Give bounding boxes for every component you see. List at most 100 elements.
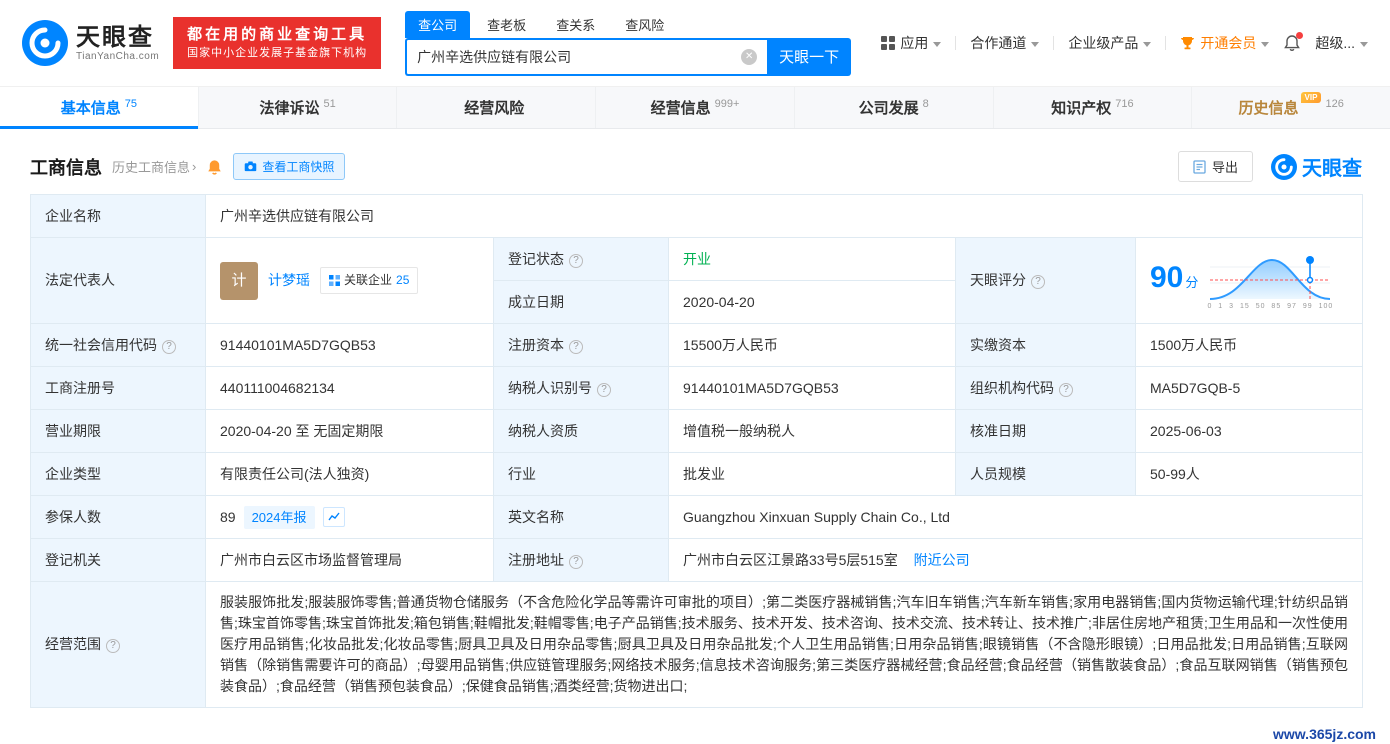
- tab-count: 75: [124, 97, 137, 110]
- search-tab-company[interactable]: 查公司: [405, 10, 471, 38]
- tab-legal-cases[interactable]: 法律诉讼 51: [197, 87, 397, 128]
- menu-cooperation[interactable]: 合作通道: [970, 33, 1040, 53]
- legal-rep-avatar[interactable]: 计: [220, 261, 258, 300]
- help-icon[interactable]: [597, 382, 611, 397]
- establish-date-value: 2020-04-20: [668, 280, 956, 324]
- vip-badge: VIP: [1300, 92, 1322, 103]
- tab-count: 126: [1325, 97, 1344, 110]
- help-icon[interactable]: [1031, 275, 1045, 289]
- tab-intellectual-property[interactable]: 知识产权 716: [992, 87, 1192, 128]
- slogan-banner: 都在用的商业查询工具 国家中小企业发展子基金旗下机构: [173, 17, 382, 69]
- top-menu: 应用 合作通道 企业级产品 开通会员 超级...: [881, 32, 1368, 53]
- label-business-scope: 经营范围: [30, 581, 206, 708]
- score-curve-chart: [1210, 255, 1331, 301]
- help-icon[interactable]: [569, 339, 583, 354]
- slogan-line1: 都在用的商业查询工具: [187, 26, 368, 43]
- score-widget[interactable]: 90 分 0 1 3 15 50 85 97 99 100: [1150, 251, 1348, 311]
- tab-label: 基本信息: [60, 100, 121, 117]
- help-icon[interactable]: [569, 554, 583, 569]
- trend-line-icon: [327, 512, 340, 521]
- score-value: 90: [1150, 261, 1184, 294]
- search-tabs: 查公司 查老板 查关系 查风险: [405, 10, 851, 38]
- nearby-companies-link[interactable]: 附近公司: [914, 552, 970, 568]
- tab-history-info[interactable]: 历史信息 VIP 126: [1191, 87, 1390, 128]
- label-paid-capital: 实缴资本: [955, 323, 1136, 367]
- help-icon[interactable]: [569, 253, 583, 268]
- caret-down-icon: [1143, 41, 1152, 47]
- tianyancha-logo[interactable]: 天眼查 TianYanCha.com: [22, 20, 159, 66]
- label-taxpayer-id: 纳税人识别号: [493, 366, 669, 410]
- row-company-name: 企业名称 广州辛选供应链有限公司: [30, 194, 1364, 238]
- menu-app[interactable]: 应用: [881, 33, 942, 53]
- tab-basic-info[interactable]: 基本信息 75: [0, 87, 198, 129]
- label-legal-rep: 法定代表人: [30, 237, 206, 324]
- insured-count-value: 89: [220, 508, 236, 525]
- caret-down-icon: [933, 41, 942, 47]
- search-input[interactable]: [407, 48, 742, 65]
- notification-dot: [1296, 32, 1304, 39]
- help-icon[interactable]: [1059, 382, 1073, 397]
- company-type-value: 有限责任公司(法人独资): [205, 452, 494, 496]
- caret-down-icon: [1360, 41, 1368, 47]
- search-area: 查公司 查老板 查关系 查风险 ✕ 天眼一下: [405, 10, 852, 76]
- company-nav-tabs: 基本信息 75 法律诉讼 51 经营风险 经营信息 999+ 公司发展 8 知识…: [0, 86, 1390, 129]
- app-grid-icon: [881, 36, 896, 50]
- section-header: 工商信息 历史工商信息 › 查看工商快照 导出 天眼查: [30, 151, 1362, 182]
- menu-super[interactable]: 超级...: [1315, 33, 1368, 53]
- top-header: 天眼查 TianYanCha.com 都在用的商业查询工具 国家中小企业发展子基…: [0, 0, 1390, 86]
- export-button[interactable]: 导出: [1177, 151, 1253, 182]
- tab-count: 8: [922, 97, 929, 110]
- search-button[interactable]: 天眼一下: [767, 37, 852, 76]
- slogan-line2: 国家中小企业发展子基金旗下机构: [187, 47, 368, 59]
- label-reg-capital: 注册资本: [493, 323, 669, 367]
- tianyancha-logo-icon: [22, 20, 68, 66]
- industry-value: 批发业: [668, 452, 956, 496]
- tab-label: 经营信息: [650, 100, 711, 117]
- snapshot-button[interactable]: 查看工商快照: [233, 153, 346, 180]
- menu-enterprise-product[interactable]: 企业级产品: [1068, 33, 1152, 53]
- search-tab-relation[interactable]: 查关系: [543, 11, 608, 38]
- search-row: ✕ 天眼一下: [405, 37, 852, 76]
- label-score: 天眼评分: [955, 237, 1136, 324]
- search-tab-risk[interactable]: 查风险: [612, 11, 677, 38]
- reg-address-value: 广州市白云区江景路33号5层515室: [683, 551, 898, 568]
- footer-site-link[interactable]: www.365jz.com: [1273, 726, 1376, 742]
- label-approval-date: 核准日期: [955, 409, 1136, 453]
- notification-bell[interactable]: [1283, 32, 1304, 52]
- clear-icon[interactable]: ✕: [741, 48, 758, 65]
- label-reg-status: 登记状态: [493, 237, 669, 281]
- taxpayer-id-value: 91440101MA5D7GQB53: [668, 366, 956, 410]
- label-company-name: 企业名称: [30, 194, 206, 238]
- help-icon[interactable]: [106, 639, 120, 653]
- tab-operation-risk[interactable]: 经营风险: [396, 87, 595, 128]
- help-icon[interactable]: [162, 339, 176, 354]
- label-industry: 行业: [493, 452, 669, 496]
- legal-rep-link[interactable]: 计梦瑶: [268, 270, 310, 291]
- search-tab-boss[interactable]: 查老板: [474, 11, 539, 38]
- tab-company-development[interactable]: 公司发展 8: [793, 87, 993, 128]
- label-establish-date: 成立日期: [493, 280, 669, 324]
- trend-chart-button[interactable]: [322, 507, 345, 527]
- related-companies-tag[interactable]: 关联企业 25: [320, 267, 419, 294]
- label-credit-code: 统一社会信用代码: [30, 323, 206, 367]
- tab-label: 公司发展: [858, 100, 919, 117]
- row-reg-number: 工商注册号 440111004682134 纳税人识别号 91440101MA5…: [30, 366, 1364, 410]
- menu-vip-label: 开通会员: [1200, 35, 1257, 51]
- section-title: 工商信息: [30, 157, 102, 178]
- staff-size-value: 50-99人: [1134, 452, 1364, 496]
- menu-open-vip[interactable]: 开通会员: [1180, 33, 1270, 53]
- approval-date-value: 2025-06-03: [1134, 409, 1364, 453]
- right-tools: 导出 天眼查: [1177, 151, 1362, 182]
- tab-count: 716: [1115, 97, 1134, 110]
- snapshot-button-label: 查看工商快照: [262, 160, 335, 174]
- menu-divider: [1165, 36, 1167, 50]
- related-grid-icon: [329, 275, 340, 286]
- annual-report-link[interactable]: 2024年报: [243, 505, 315, 529]
- menu-divider: [955, 36, 957, 50]
- trophy-icon: [1181, 37, 1195, 50]
- related-companies-label: 关联企业: [344, 273, 393, 287]
- history-business-info-link[interactable]: 历史工商信息 ›: [112, 157, 196, 176]
- alert-bell-icon[interactable]: [206, 158, 223, 176]
- tab-business-info[interactable]: 经营信息 999+: [595, 87, 794, 128]
- logo-domain: TianYanCha.com: [76, 50, 160, 62]
